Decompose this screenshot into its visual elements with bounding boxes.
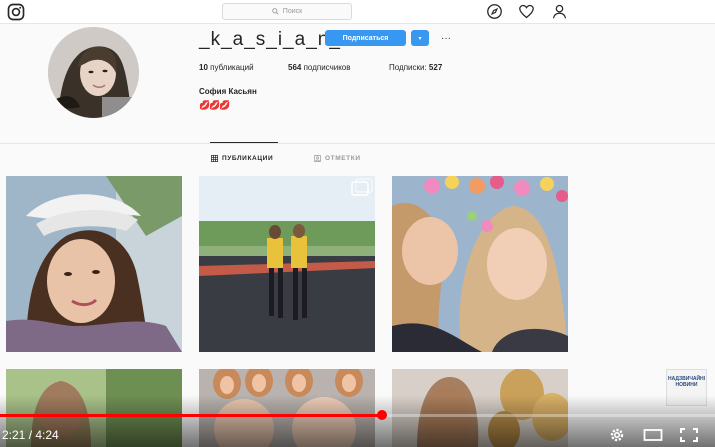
post-thumbnail[interactable] [199, 176, 375, 352]
tab-tagged-label: ОТМЕТКИ [325, 155, 361, 162]
ellipsis-icon: ··· [441, 32, 451, 44]
tab-posts[interactable]: ПУБЛИКАЦИИ [211, 155, 273, 162]
profile-avatar [48, 27, 139, 118]
following-count: 527 [428, 63, 443, 72]
grid-icon [211, 155, 218, 162]
profile-full-name: София Касьян [199, 87, 257, 96]
heart-icon[interactable] [518, 3, 535, 20]
tabs-divider [0, 143, 715, 144]
active-tab-indicator [210, 142, 278, 143]
progress-bar[interactable] [0, 414, 715, 417]
suggestions-dropdown-button[interactable]: ▾ [411, 30, 429, 46]
stat-followers[interactable]: 564 подписчиков [288, 63, 351, 72]
posts-count: 10 [199, 63, 208, 72]
fullscreen-icon[interactable] [679, 427, 699, 443]
progress-scrubber-handle[interactable] [376, 410, 387, 420]
time-display: 2:21 / 4:24 [2, 428, 59, 442]
progress-bar-played [0, 414, 382, 417]
instagram-logo-icon[interactable] [7, 3, 25, 21]
stat-following[interactable]: Подписки: 527 [389, 63, 442, 72]
settings-gear-icon[interactable] [607, 427, 627, 443]
chevron-down-icon: ▾ [418, 35, 422, 42]
posts-label: публикаций [210, 63, 254, 72]
watermark-line2: НОВИНИ [675, 382, 698, 388]
time-current: 2:21 [2, 428, 26, 442]
more-options-button[interactable]: ··· [437, 30, 455, 46]
top-navbar: Поиск [0, 0, 715, 24]
profile-username: _k_a_s_i_a_n_ [199, 29, 341, 50]
followers-label: подписчиков [303, 63, 351, 72]
browser-viewport: Поиск _k_a_s_i_a_n_ Подписаться ▾ ··· 10… [0, 0, 715, 447]
time-total: 4:24 [35, 428, 59, 442]
post-thumbnail[interactable] [6, 176, 182, 352]
followers-count: 564 [288, 63, 302, 72]
search-placeholder: Поиск [282, 8, 303, 15]
following-label: Подписки: [389, 63, 427, 72]
time-separator: / [25, 428, 36, 442]
search-input[interactable]: Поиск [222, 3, 352, 20]
post-thumbnail[interactable] [392, 176, 568, 352]
tagged-icon [314, 155, 321, 162]
profile-icon[interactable] [551, 3, 568, 20]
search-icon [272, 8, 279, 15]
theater-mode-icon[interactable] [643, 427, 663, 443]
profile-bio: 💋💋💋 [199, 100, 231, 110]
follow-button[interactable]: Подписаться [325, 30, 406, 46]
tab-posts-label: ПУБЛИКАЦИИ [222, 155, 274, 162]
tab-tagged[interactable]: ОТМЕТКИ [314, 155, 361, 162]
compass-icon[interactable] [486, 3, 503, 20]
stat-posts: 10 публикаций [199, 63, 254, 72]
